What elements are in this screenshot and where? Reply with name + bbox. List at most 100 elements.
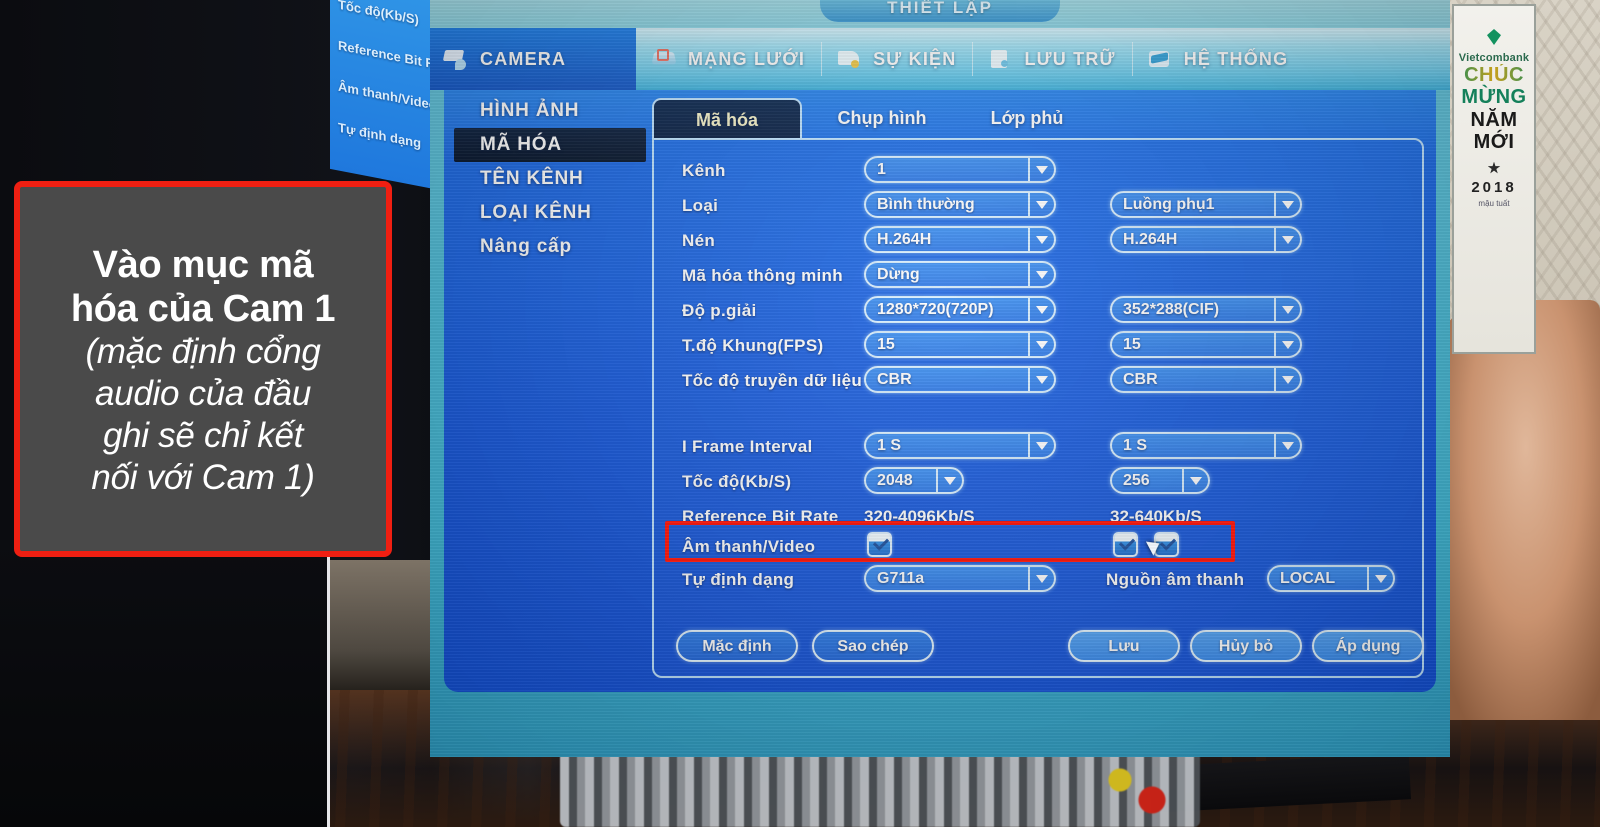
nav-item-network[interactable]: MẠNG LƯỚI bbox=[636, 28, 821, 90]
select-bitrate-type-main[interactable]: CBR bbox=[864, 366, 1056, 393]
select-type-main-value: Bình thường bbox=[877, 195, 975, 213]
chevron-down-icon[interactable] bbox=[936, 469, 962, 492]
chevron-down-icon[interactable] bbox=[1028, 368, 1054, 391]
star-icon bbox=[1487, 161, 1501, 174]
tab-chup-hinh[interactable]: Chụp hình bbox=[812, 98, 952, 138]
copy-button[interactable]: Sao chép bbox=[812, 630, 934, 662]
chevron-down-icon[interactable] bbox=[1028, 158, 1054, 181]
select-format[interactable]: G711a bbox=[864, 565, 1056, 592]
calendar-line-4: MỚI bbox=[1473, 131, 1515, 154]
chevron-down-icon[interactable] bbox=[1028, 333, 1054, 356]
apply-button[interactable]: Áp dụng bbox=[1312, 630, 1424, 662]
chevron-down-icon[interactable] bbox=[1274, 368, 1300, 391]
select-channel[interactable]: 1 bbox=[864, 156, 1056, 183]
calendar-line-1: CHÚC bbox=[1454, 64, 1534, 86]
row-iframe: I Frame Interval bbox=[682, 432, 812, 462]
settings-panel: HÌNH ẢNH MÃ HÓA TÊN KÊNH LOẠI KÊNH Nâng … bbox=[444, 90, 1436, 692]
select-type-sub[interactable]: Luồng phụ1 bbox=[1110, 191, 1302, 218]
bnc-rca-cables bbox=[560, 752, 1200, 827]
chevron-down-icon[interactable] bbox=[1028, 567, 1054, 590]
window-title: THIẾT LẬP bbox=[820, 0, 1060, 22]
chevron-down-icon[interactable] bbox=[1028, 434, 1054, 457]
select-iframe-sub-value: 1 S bbox=[1123, 436, 1148, 454]
row-compression: Nén bbox=[682, 226, 715, 256]
select-iframe-main[interactable]: 1 S bbox=[864, 432, 1056, 459]
select-compression-main[interactable]: H.264H bbox=[864, 226, 1056, 253]
chevron-down-icon[interactable] bbox=[1274, 333, 1300, 356]
label-audio-source: Nguồn âm thanh bbox=[1106, 570, 1245, 589]
nav-item-event[interactable]: SỰ KIỆN bbox=[821, 28, 972, 90]
select-iframe-main-value: 1 S bbox=[877, 436, 902, 454]
select-compression-main-value: H.264H bbox=[877, 230, 932, 248]
chevron-down-icon[interactable] bbox=[1028, 228, 1054, 251]
reflection-item: Âm thanh/Video bbox=[338, 78, 437, 113]
system-icon bbox=[1148, 48, 1176, 70]
annotation-line-4: audio của đầu bbox=[94, 374, 311, 414]
nav-item-camera[interactable]: CAMERA bbox=[430, 28, 636, 90]
tab-bar: Mã hóa Chụp hình Lớp phủ bbox=[652, 98, 1424, 138]
select-fps-sub[interactable]: 15 bbox=[1110, 331, 1302, 358]
row-smart-codec: Mã hóa thông minh bbox=[682, 261, 843, 291]
select-bitrate-main-value: 2048 bbox=[877, 471, 913, 489]
default-button[interactable]: Mặc định bbox=[676, 630, 798, 662]
nav-item-storage[interactable]: LƯU TRỮ bbox=[972, 28, 1131, 90]
nav-label-system: HỆ THỐNG bbox=[1183, 48, 1289, 69]
select-type-main[interactable]: Bình thường bbox=[864, 191, 1056, 218]
cancel-button[interactable]: Hủy bỏ bbox=[1190, 630, 1302, 662]
calendar-line-2: MỪNG bbox=[1461, 86, 1527, 109]
tv-screen: THIẾT LẬP CAMERA MẠNG LƯỚI SỰ KIỆN LƯU T… bbox=[430, 0, 1450, 757]
chevron-down-icon[interactable] bbox=[1274, 193, 1300, 216]
encode-card: Mã hóa Chụp hình Lớp phủ Kênh 1 Loại Bìn… bbox=[652, 98, 1424, 678]
screen-reflection-labels: Tốc độ(Kb/S) Reference Bit Rate Âm thanh… bbox=[330, 0, 454, 183]
select-compression-sub[interactable]: H.264H bbox=[1110, 226, 1302, 253]
nav-label-network: MẠNG LƯỚI bbox=[688, 48, 806, 69]
encode-form: Kênh 1 Loại Bình thường Luồng phụ1 Nén H… bbox=[652, 138, 1424, 678]
sidebar-item-ma-hoa[interactable]: MÃ HÓA bbox=[454, 128, 646, 162]
nav-item-system[interactable]: HỆ THỐNG bbox=[1131, 28, 1305, 90]
chevron-down-icon[interactable] bbox=[1274, 298, 1300, 321]
annotation-line-1: Vào mục mã bbox=[92, 243, 314, 286]
select-resolution-sub[interactable]: 352*288(CIF) bbox=[1110, 296, 1302, 323]
row-format: Tự định dạng bbox=[682, 565, 794, 595]
select-audio-source-value: LOCAL bbox=[1280, 569, 1336, 587]
network-icon bbox=[652, 48, 680, 70]
save-button[interactable]: Lưu bbox=[1068, 630, 1180, 662]
select-smart-codec[interactable]: Dừng bbox=[864, 261, 1056, 288]
sidebar-item-loai-kenh[interactable]: LOẠI KÊNH bbox=[454, 196, 646, 230]
chevron-down-icon[interactable] bbox=[1028, 193, 1054, 216]
sidebar-item-hinh-anh[interactable]: HÌNH ẢNH bbox=[454, 94, 646, 128]
annotation-line-6: nối với Cam 1) bbox=[91, 458, 315, 498]
row-bitrate-type: Tốc độ truyền dữ liệu bbox=[682, 366, 862, 396]
label-type: Loại bbox=[682, 196, 719, 215]
annotation-line-5: ghi sẽ chỉ kết bbox=[102, 416, 304, 456]
tab-ma-hoa[interactable]: Mã hóa bbox=[652, 98, 802, 138]
storage-icon bbox=[988, 48, 1016, 70]
label-channel: Kênh bbox=[682, 161, 726, 180]
select-smart-codec-value: Dừng bbox=[877, 265, 920, 283]
reflection-item: Tự định dạng bbox=[338, 119, 422, 151]
select-audio-source[interactable]: LOCAL bbox=[1267, 565, 1395, 592]
chevron-down-icon[interactable] bbox=[1028, 263, 1054, 286]
select-resolution-main[interactable]: 1280*720(720P) bbox=[864, 296, 1056, 323]
chevron-down-icon[interactable] bbox=[1367, 567, 1393, 590]
chevron-down-icon[interactable] bbox=[1274, 228, 1300, 251]
select-bitrate-type-sub[interactable]: CBR bbox=[1110, 366, 1302, 393]
person-arm bbox=[1435, 300, 1600, 720]
select-fps-main[interactable]: 15 bbox=[864, 331, 1056, 358]
select-bitrate-sub[interactable]: 256 bbox=[1110, 467, 1210, 494]
chevron-down-icon[interactable] bbox=[1274, 434, 1300, 457]
event-icon bbox=[837, 48, 865, 70]
top-navigation-bar: CAMERA MẠNG LƯỚI SỰ KIỆN LƯU TRỮ HỆ THỐN… bbox=[430, 28, 1450, 90]
select-bitrate-main[interactable]: 2048 bbox=[864, 467, 964, 494]
row-audio-source: Nguồn âm thanh bbox=[1106, 565, 1244, 595]
sidebar-item-nang-cap[interactable]: Nâng cấp bbox=[454, 230, 646, 264]
sidebar-item-ten-kenh[interactable]: TÊN KÊNH bbox=[454, 162, 646, 196]
chevron-down-icon[interactable] bbox=[1182, 469, 1208, 492]
calendar-brand: Vietcombank bbox=[1458, 52, 1530, 64]
label-bitrate-type: Tốc độ truyền dữ liệu bbox=[682, 371, 863, 390]
nav-label-event: SỰ KIỆN bbox=[873, 48, 957, 69]
select-iframe-sub[interactable]: 1 S bbox=[1110, 432, 1302, 459]
label-compression: Nén bbox=[682, 231, 716, 250]
tab-lop-phu[interactable]: Lớp phủ bbox=[962, 98, 1092, 138]
chevron-down-icon[interactable] bbox=[1028, 298, 1054, 321]
